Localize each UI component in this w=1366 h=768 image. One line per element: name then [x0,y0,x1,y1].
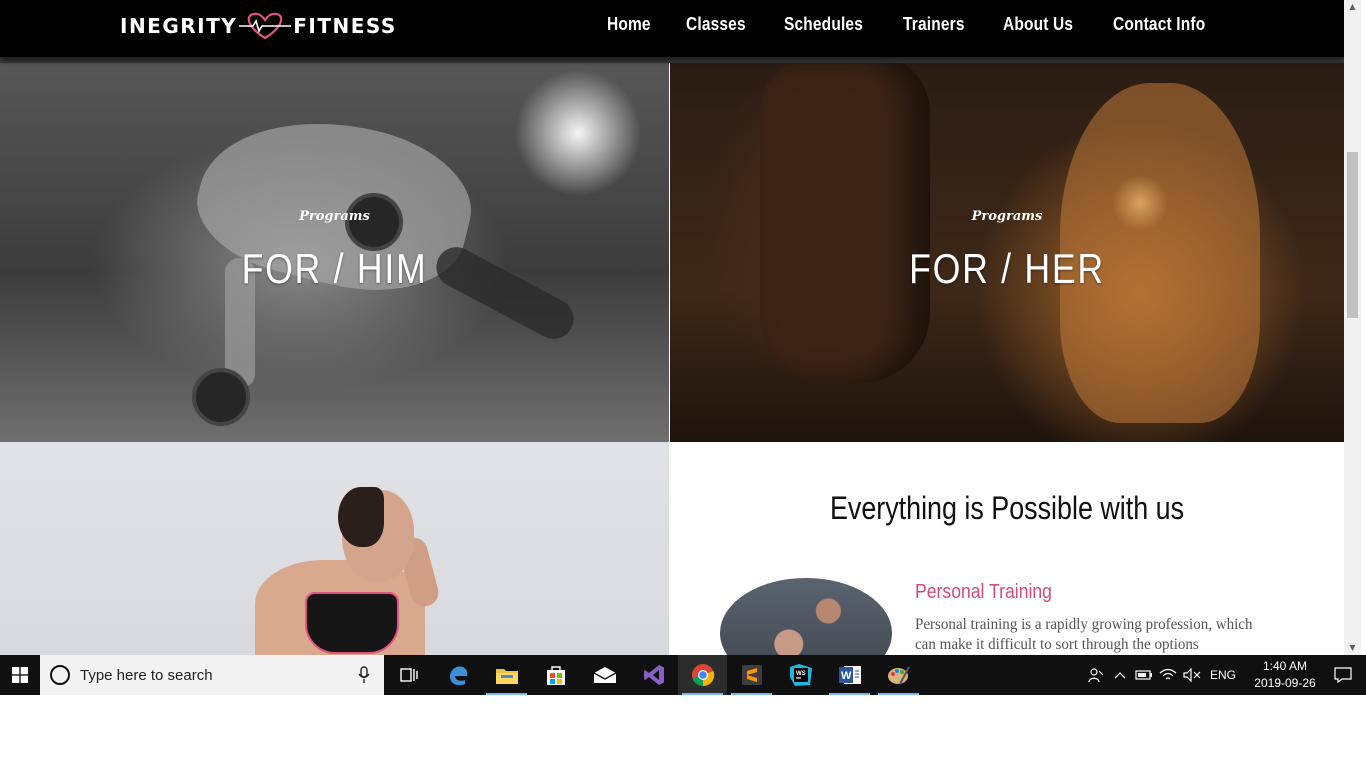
search-placeholder: Type here to search [80,666,213,684]
program-title: FOR / HER [909,245,1105,292]
volume-muted-icon[interactable] [1180,655,1204,695]
chevron-up-icon[interactable] [1108,655,1132,695]
taskbar-search[interactable]: Type here to search [40,655,384,695]
nav-home[interactable]: Home [607,14,651,35]
system-tray: ENG 1:40 AM 2019-09-26 [1084,655,1366,695]
nav-contact-info[interactable]: Contact Info [1113,14,1205,35]
personal-training-image [720,578,892,655]
heart-pulse-icon [239,12,292,40]
below-screen-blank [0,695,1366,768]
sublime-text-icon[interactable] [727,655,776,695]
store-icon[interactable] [531,655,580,695]
microphone-icon[interactable] [358,666,370,684]
service-title[interactable]: Personal Training [915,581,1052,604]
browser-viewport: INEGRITY FITNESS Home Classes Schedules … [0,0,1366,655]
chrome-icon[interactable] [678,655,727,695]
visual-studio-icon[interactable] [629,655,678,695]
battery-icon[interactable] [1132,655,1156,695]
start-button[interactable] [0,655,40,695]
site-logo[interactable]: INEGRITY FITNESS [120,10,397,42]
photo-runner-hair [338,487,384,547]
program-title: FOR / HIM [241,245,428,292]
svg-text:WS: WS [796,671,806,677]
logo-text-left: INEGRITY [120,14,238,38]
nav-classes[interactable]: Classes [686,14,746,35]
services-section: Everything is Possible with us Personal … [670,442,1344,655]
task-view-icon[interactable] [384,655,433,695]
cortana-icon [50,665,70,685]
scroll-down-icon[interactable]: ▼ [1344,641,1361,655]
clock-date: 2019-09-26 [1254,676,1316,690]
people-icon[interactable] [1084,655,1108,695]
vertical-scrollbar[interactable]: ▲ ▼ [1344,0,1361,655]
program-subtitle: Programs [971,209,1043,224]
service-description: Personal training is a rapidly growing p… [915,616,1253,653]
runner-photo [0,442,669,655]
top-navbar: INEGRITY FITNESS Home Classes Schedules … [0,0,1344,57]
paint-icon[interactable] [874,655,923,695]
section-title: Everything is Possible with us [829,490,1185,526]
nav-trainers[interactable]: Trainers [903,14,965,35]
language-indicator[interactable]: ENG [1210,668,1236,682]
svg-text:W: W [841,670,852,682]
webstorm-icon[interactable]: WS [776,655,825,695]
dumbbell-icon [192,368,250,426]
nav-about-us[interactable]: About Us [1003,14,1073,35]
program-panel-her[interactable]: Programs FOR / HER [670,63,1344,442]
navbar-shadow-strip [0,57,1344,63]
notification-center-icon[interactable] [1320,655,1366,695]
scroll-thumb[interactable] [1347,152,1358,318]
page-edge [1361,0,1366,655]
main-nav: Home Classes Schedules Trainers About Us… [607,14,1220,35]
file-explorer-icon[interactable] [482,655,531,695]
word-icon[interactable]: W [825,655,874,695]
mail-icon[interactable] [580,655,629,695]
edge-browser-icon[interactable] [433,655,482,695]
program-panel-him[interactable]: Programs FOR / HIM [0,63,669,442]
photo-runner-top [305,592,399,654]
wifi-icon[interactable] [1156,655,1180,695]
windows-taskbar: Type here to search WS W ENG 1:40 AM 201… [0,655,1366,695]
clock[interactable]: 1:40 AM 2019-09-26 [1250,658,1320,692]
program-subtitle: Programs [299,209,370,224]
clock-time: 1:40 AM [1262,659,1308,673]
logo-text-right: FITNESS [293,14,397,38]
nav-schedules[interactable]: Schedules [784,14,863,35]
windows-logo-icon [12,667,28,683]
scroll-up-icon[interactable]: ▲ [1344,0,1361,14]
